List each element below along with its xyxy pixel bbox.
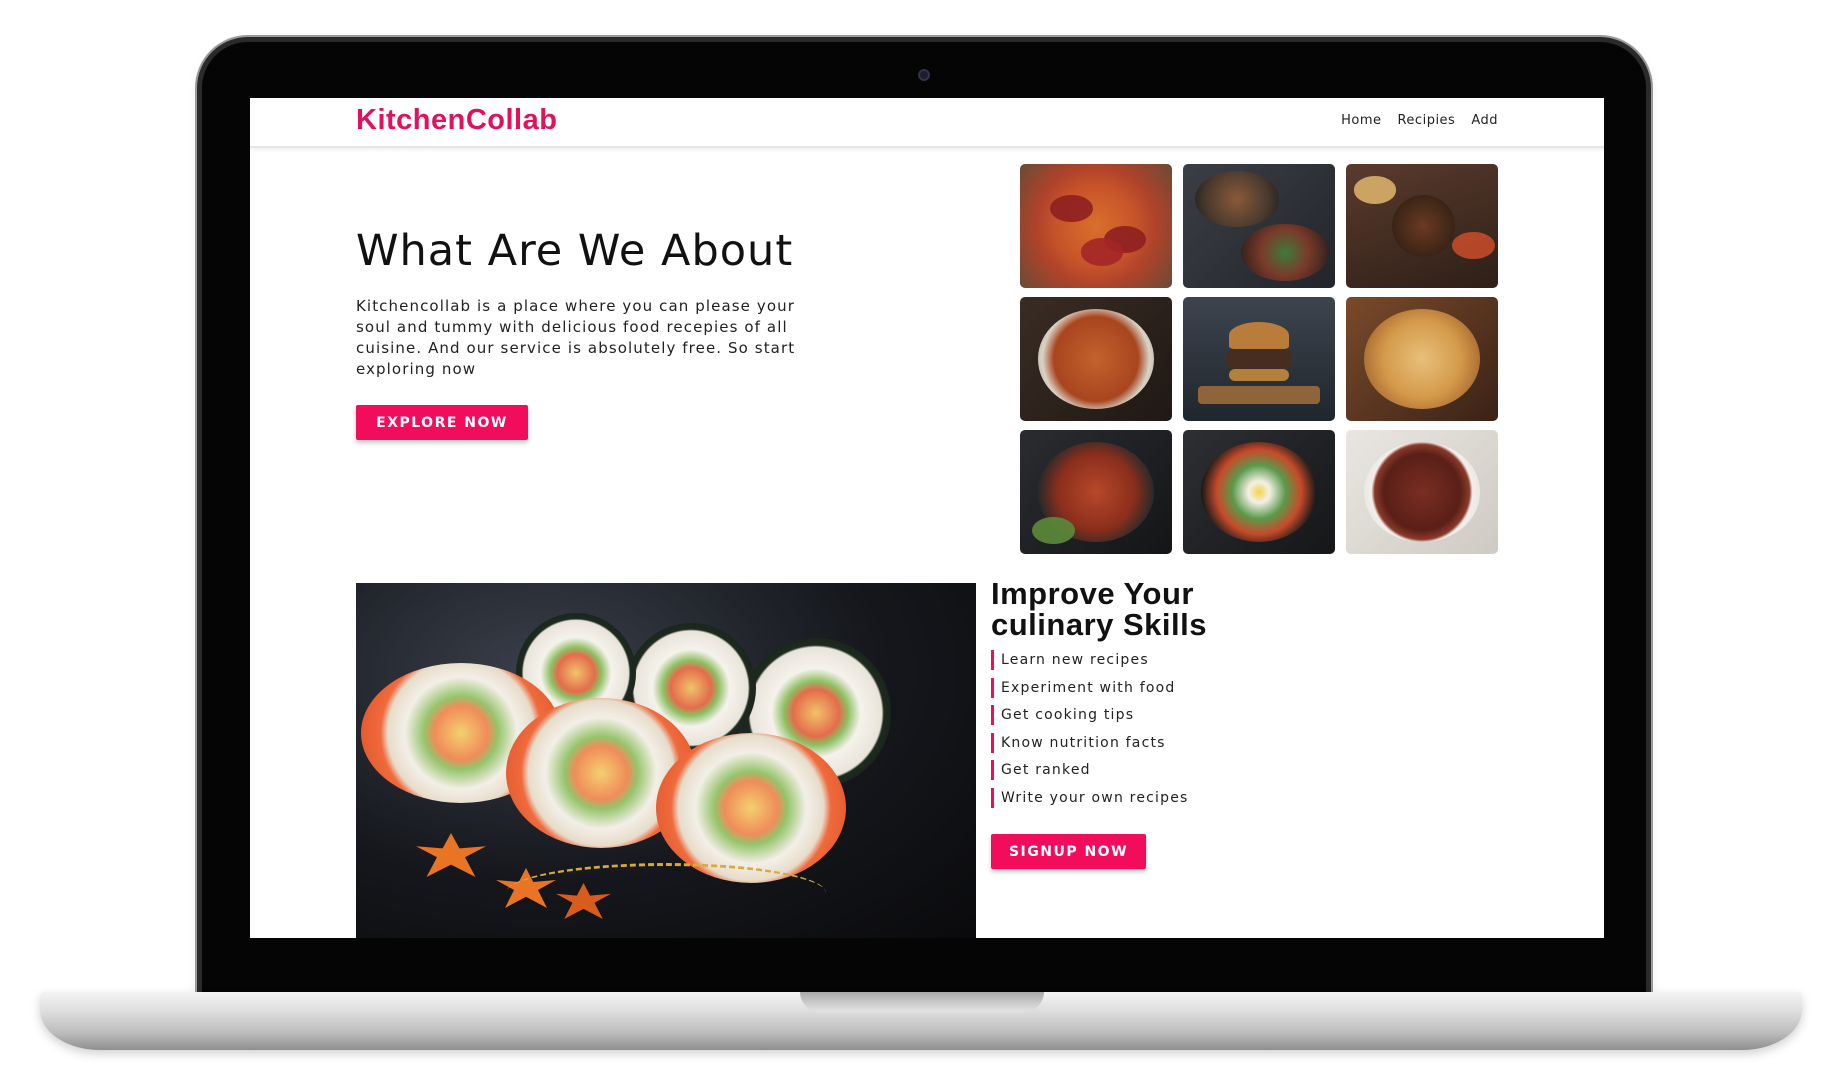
skill-item: Get cooking tips xyxy=(991,705,1189,726)
skill-item: Learn new recipes xyxy=(991,650,1189,670)
skills-list: Learn new recipes Experiment with food G… xyxy=(991,650,1189,816)
signup-now-button[interactable]: SIGNUP NOW xyxy=(991,834,1146,869)
skills-title: Improve Your culinary Skills xyxy=(991,576,1207,642)
skill-item: Experiment with food xyxy=(991,677,1189,698)
skill-item: Know nutrition facts xyxy=(991,732,1189,753)
laptop-screen: KitchenCollab Home Recipies Add What Are… xyxy=(250,98,1604,938)
bibimbap-image[interactable] xyxy=(1183,430,1335,554)
noodle-bowls-image[interactable] xyxy=(1183,164,1335,288)
grilled-chicken-image[interactable] xyxy=(1020,430,1172,554)
pizza-image[interactable] xyxy=(1020,164,1172,288)
hero-description: Kitchencollab is a place where you can p… xyxy=(356,297,796,378)
spaghetti-meatballs-image[interactable] xyxy=(1020,297,1172,421)
nav-add[interactable]: Add xyxy=(1471,113,1498,128)
laptop-hinge-notch xyxy=(800,992,1044,1012)
webcam xyxy=(918,69,930,81)
skill-item: Get ranked xyxy=(991,760,1189,781)
asian-dishes-image[interactable] xyxy=(1346,164,1498,288)
steak-image[interactable] xyxy=(1346,430,1498,554)
nav-links: Home Recipies Add xyxy=(1341,113,1498,128)
nav-recipies[interactable]: Recipies xyxy=(1397,113,1455,128)
burger-image[interactable] xyxy=(1183,297,1335,421)
explore-now-button[interactable]: EXPLORE NOW xyxy=(356,405,528,440)
skill-item: Write your own recipes xyxy=(991,787,1189,808)
brand-logo[interactable]: KitchenCollab xyxy=(356,104,557,137)
sushi-image xyxy=(356,583,976,938)
nav-home[interactable]: Home xyxy=(1341,113,1381,128)
biryani-image[interactable] xyxy=(1346,297,1498,421)
food-image-grid xyxy=(1020,164,1498,554)
hero-title: What Are We About xyxy=(356,226,794,276)
navbar: KitchenCollab Home Recipies Add xyxy=(250,98,1604,148)
